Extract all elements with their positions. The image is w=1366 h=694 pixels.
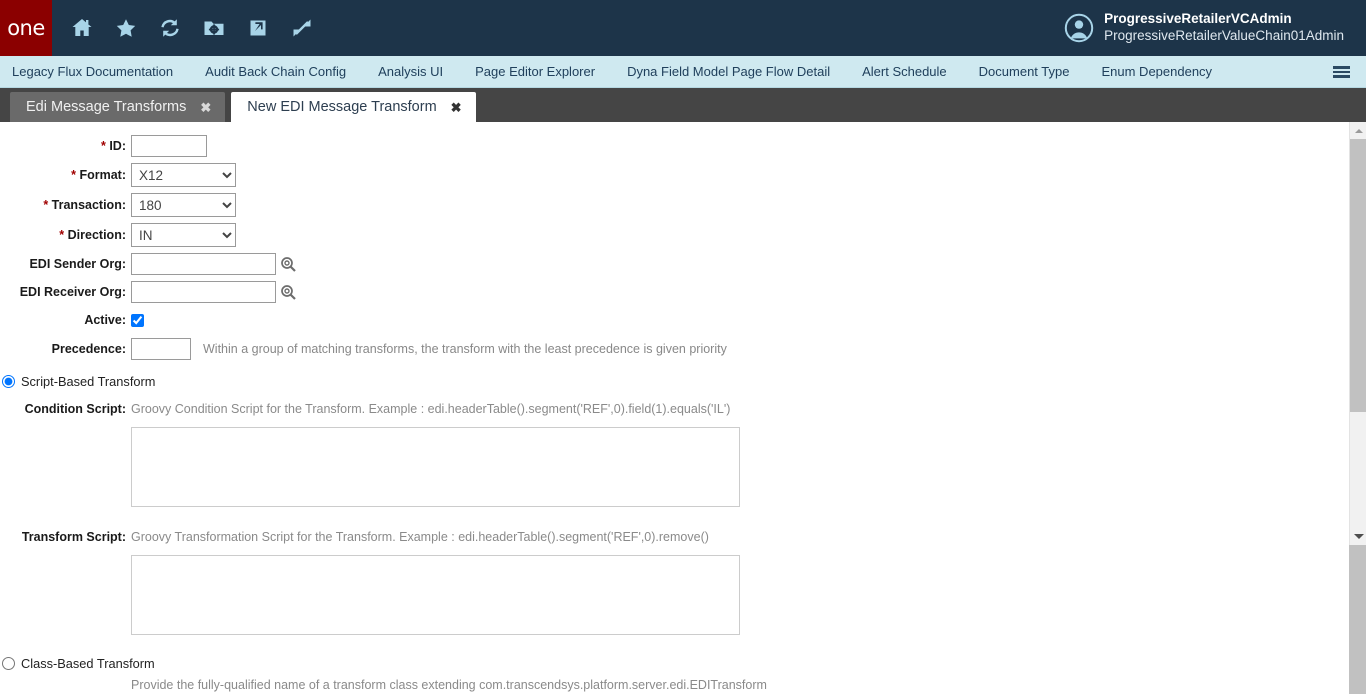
transaction-select[interactable]: 180 <box>131 193 236 217</box>
active-checkbox[interactable] <box>131 313 144 327</box>
label-id-text: ID: <box>109 139 126 153</box>
label-format: * Format: <box>0 168 131 182</box>
refresh-icon[interactable] <box>148 0 192 56</box>
field-row-id: * ID: <box>0 132 1366 160</box>
app-header: one ProgressiveRetailerVCAdmin Progressi… <box>0 0 1366 56</box>
star-icon[interactable] <box>104 0 148 56</box>
field-row-precedence: Precedence: Within a group of matching t… <box>0 334 1366 364</box>
label-transaction-text: Transaction: <box>51 198 126 212</box>
label-edi-receiver-org: EDI Receiver Org: <box>19 285 126 299</box>
app-logo[interactable]: one <box>0 0 52 56</box>
script-based-transform-radio[interactable] <box>2 374 15 388</box>
label-transform-script: Transform Script: <box>21 530 126 544</box>
field-row-direction: * Direction: IN <box>0 220 1366 250</box>
radio-row-script-based[interactable]: Script-Based Transform <box>0 370 1366 392</box>
id-input[interactable] <box>131 135 207 157</box>
scrollbar-thumb[interactable] <box>1350 139 1366 412</box>
menu-item-document-type[interactable]: Document Type <box>963 56 1086 88</box>
menu-item-enum-dependency[interactable]: Enum Dependency <box>1085 56 1228 88</box>
field-row-transaction: * Transaction: 180 <box>0 190 1366 220</box>
required-marker: * <box>43 198 49 212</box>
tab-label: Edi Message Transforms <box>26 99 187 115</box>
tab-new-edi-message-transform[interactable]: New EDI Message Transform ✖ <box>231 92 476 122</box>
field-row-format: * Format: X12 <box>0 160 1366 190</box>
header-icon-bar <box>60 0 324 56</box>
scrollbar-track-tail <box>1349 545 1366 694</box>
label-edi-sender-org: EDI Sender Org: <box>29 257 126 271</box>
label-format-text: Format: <box>79 168 126 182</box>
home-icon[interactable] <box>60 0 104 56</box>
menu-item-page-editor-explorer[interactable]: Page Editor Explorer <box>459 56 611 88</box>
label-precedence: Precedence: <box>51 342 126 356</box>
required-marker: * <box>100 139 106 153</box>
label-transaction: * Transaction: <box>0 198 131 212</box>
precedence-input[interactable] <box>131 338 191 360</box>
search-lookup-icon[interactable] <box>280 284 297 301</box>
main-menu-bar: Legacy Flux Documentation Audit Back Cha… <box>0 56 1366 88</box>
required-marker: * <box>59 228 65 242</box>
close-icon[interactable]: ✖ <box>451 101 462 114</box>
tab-bar: Edi Message Transforms ✖ New EDI Message… <box>0 88 1366 122</box>
scroll-up-arrow-icon[interactable] <box>1350 122 1366 139</box>
script-based-transform-label: Script-Based Transform <box>21 373 156 389</box>
user-name: ProgressiveRetailerVCAdmin <box>1104 11 1292 27</box>
menu-item-dyna-field-model-page-flow-detail[interactable]: Dyna Field Model Page Flow Detail <box>611 56 846 88</box>
menu-item-legacy-flux-documentation[interactable]: Legacy Flux Documentation <box>0 56 189 88</box>
close-icon[interactable]: ✖ <box>200 101 211 114</box>
edi-receiver-org-input[interactable] <box>131 281 276 303</box>
open-external-icon[interactable] <box>236 0 280 56</box>
class-based-transform-radio[interactable] <box>2 656 15 670</box>
tab-edi-message-transforms[interactable]: Edi Message Transforms ✖ <box>10 92 226 122</box>
menu-item-alert-schedule[interactable]: Alert Schedule <box>846 56 963 88</box>
label-direction: * Direction: <box>0 228 131 242</box>
expand-icon[interactable] <box>280 0 324 56</box>
folder-settings-icon[interactable] <box>192 0 236 56</box>
user-account-block[interactable]: ProgressiveRetailerVCAdmin ProgressiveRe… <box>1064 0 1344 56</box>
menu-item-analysis-ui[interactable]: Analysis UI <box>362 56 459 88</box>
scroll-down-arrow-icon[interactable] <box>1350 528 1366 545</box>
field-row-edi-sender-org: EDI Sender Org: <box>0 250 1366 278</box>
precedence-hint: Within a group of matching transforms, t… <box>203 342 727 356</box>
label-id: * ID: <box>0 139 131 153</box>
edi-message-transform-form: * ID: * Format: X12 * Transaction: 180 *… <box>0 122 1366 694</box>
transform-script-hint: Groovy Transformation Script for the Tra… <box>131 530 709 544</box>
field-row-edi-receiver-org: EDI Receiver Org: <box>0 278 1366 306</box>
class-based-transform-hint: Provide the fully-qualified name of a tr… <box>131 678 767 692</box>
label-condition-script: Condition Script: <box>24 402 126 416</box>
user-avatar-icon <box>1064 13 1094 43</box>
class-based-transform-label: Class-Based Transform <box>21 655 155 671</box>
content-area: * ID: * Format: X12 * Transaction: 180 *… <box>0 122 1366 694</box>
format-select[interactable]: X12 <box>131 163 236 187</box>
transform-script-textarea[interactable] <box>131 555 740 635</box>
search-lookup-icon[interactable] <box>280 256 297 273</box>
user-subtitle: ProgressiveRetailerValueChain01Admin <box>1104 28 1344 43</box>
required-marker: * <box>71 168 76 182</box>
radio-row-class-based[interactable]: Class-Based Transform <box>0 652 1366 674</box>
label-direction-text: Direction: <box>67 228 126 242</box>
vertical-scrollbar[interactable] <box>1349 122 1366 545</box>
direction-select[interactable]: IN <box>131 223 236 247</box>
transform-script-header: Transform Script: Groovy Transformation … <box>0 526 1366 548</box>
label-active: Active: <box>84 313 126 327</box>
condition-script-header: Condition Script: Groovy Condition Scrip… <box>0 398 1366 420</box>
field-row-active: Active: <box>0 306 1366 334</box>
menu-item-audit-back-chain-config[interactable]: Audit Back Chain Config <box>189 56 362 88</box>
tab-label: New EDI Message Transform <box>247 99 437 115</box>
condition-script-hint: Groovy Condition Script for the Transfor… <box>131 402 731 416</box>
hamburger-menu-icon[interactable] <box>1328 56 1354 88</box>
condition-script-textarea[interactable] <box>131 427 740 507</box>
edi-sender-org-input[interactable] <box>131 253 276 275</box>
